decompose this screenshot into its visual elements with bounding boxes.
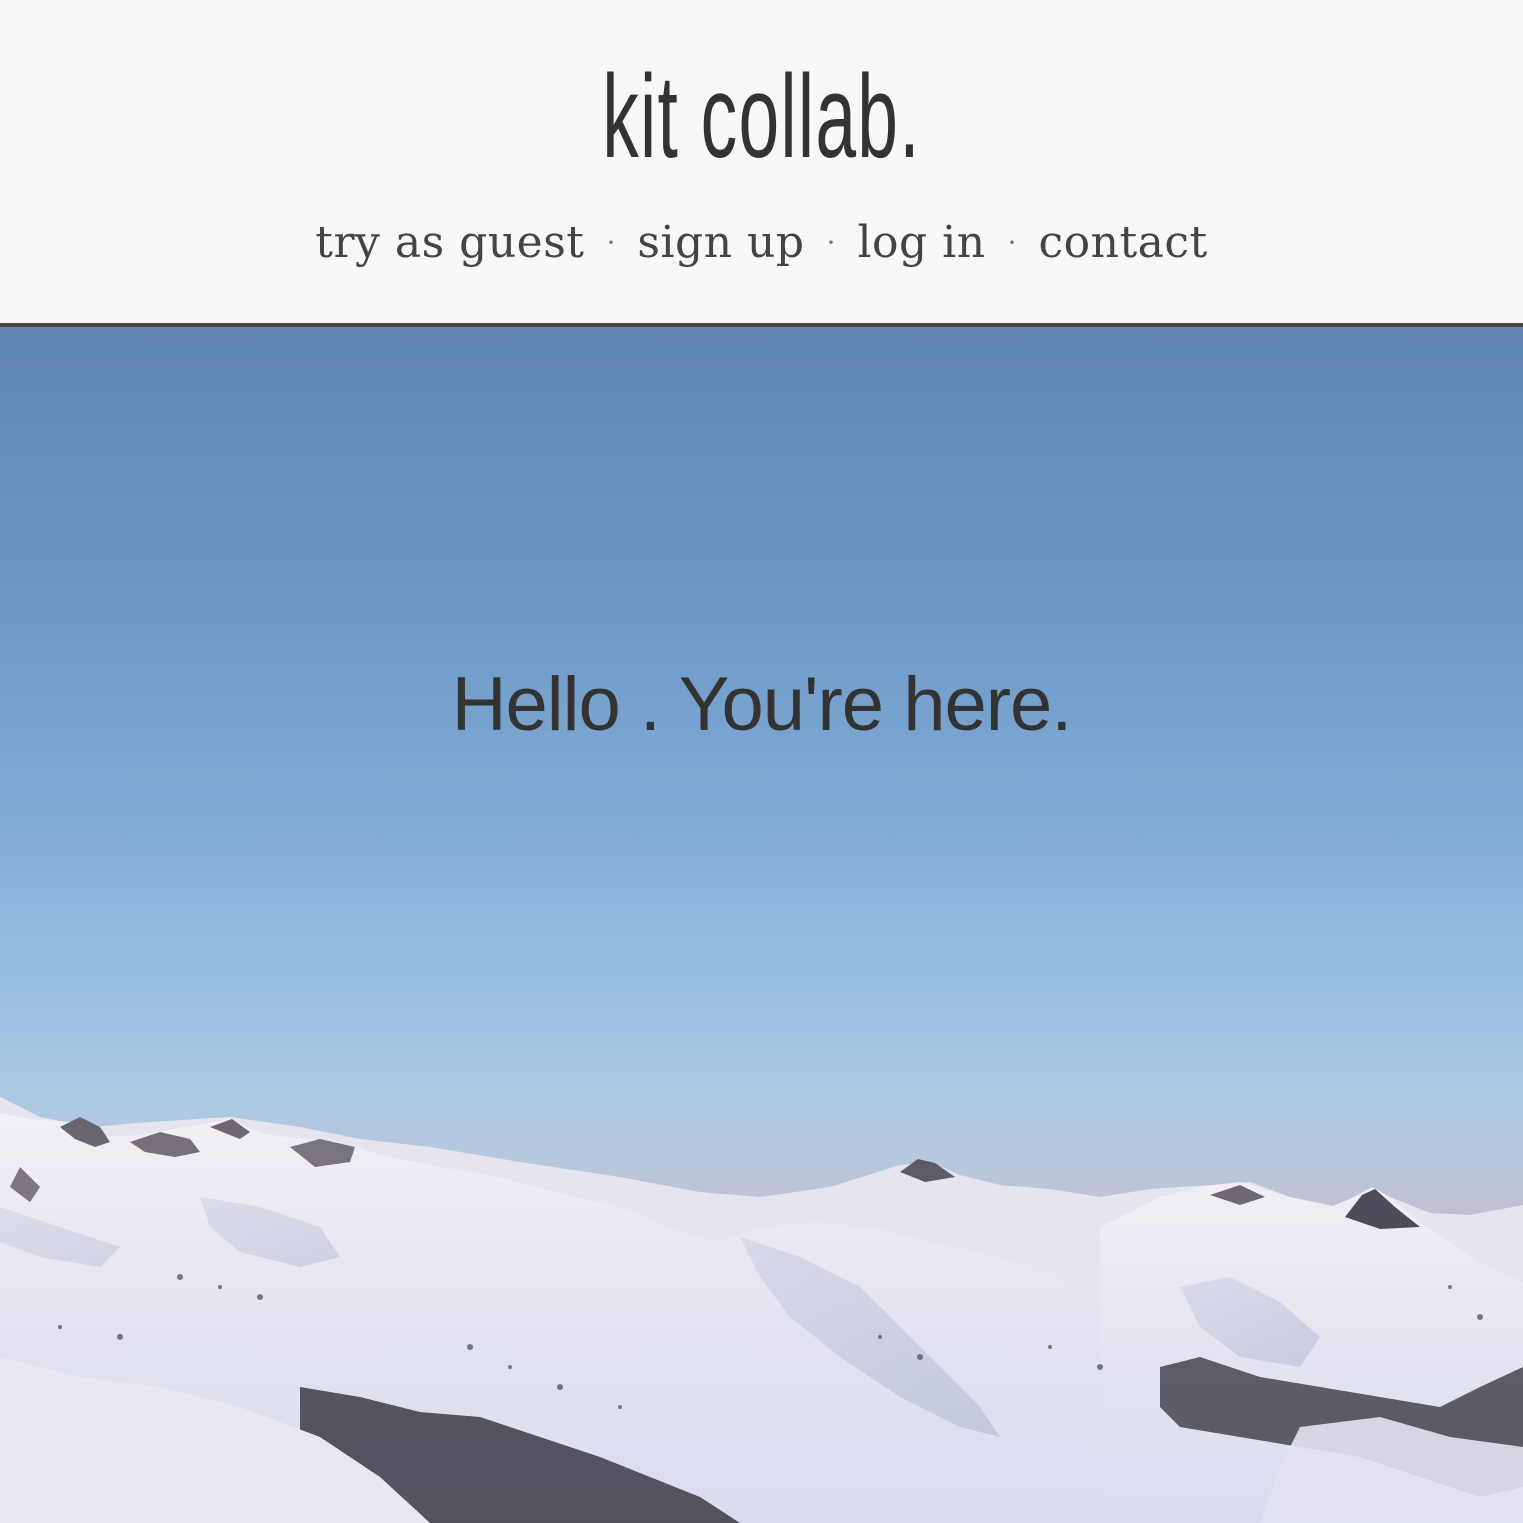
nav-sign-up[interactable]: sign up [637,217,804,268]
nav-separator: · [826,225,836,259]
nav-separator: · [606,225,616,259]
brand-logo[interactable]: kit collab. [289,52,1233,182]
site-header: kit collab. try as guest · sign up · log… [0,0,1523,327]
nav-contact[interactable]: contact [1038,217,1207,268]
hero-section: Hello . You're here. [0,327,1523,1523]
nav-separator: · [1007,225,1017,259]
main-nav: try as guest · sign up · log in · contac… [0,207,1523,277]
mountain-landscape-image [0,1097,1523,1523]
hero-tagline: Hello . You're here. [451,662,1073,747]
nav-log-in[interactable]: log in [857,217,985,268]
nav-try-as-guest[interactable]: try as guest [315,217,584,268]
